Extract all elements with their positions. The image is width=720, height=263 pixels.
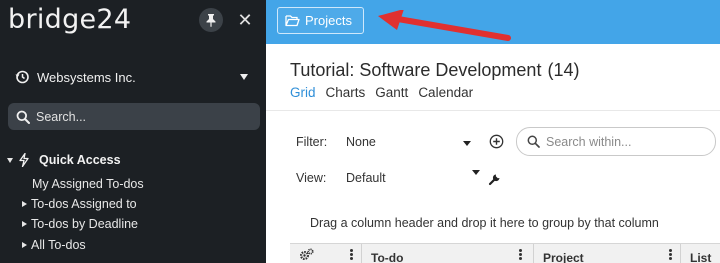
- sidebar-item-label: To-dos Assigned to: [31, 197, 137, 211]
- view-settings-button[interactable]: [488, 172, 502, 186]
- column-header-project[interactable]: Project: [534, 244, 681, 263]
- main-content: Tutorial: Software Development (14) Grid …: [266, 44, 720, 263]
- annotation-arrow: [378, 10, 511, 41]
- search-icon: [16, 110, 30, 124]
- workspace-selector[interactable]: Websystems Inc.: [14, 64, 254, 90]
- gears-icon: [299, 248, 314, 262]
- column-header-label: List: [690, 251, 712, 263]
- close-icon: ✕: [237, 10, 253, 30]
- column-menu-icon[interactable]: [669, 249, 672, 260]
- column-menu-icon[interactable]: [519, 249, 522, 260]
- sidebar-item-label: All To-dos: [31, 238, 86, 252]
- filter-label: Filter:: [296, 135, 328, 149]
- view-tabs: Grid Charts Gantt Calendar: [290, 85, 483, 100]
- sidebar-item-todos-assigned-to[interactable]: To-dos Assigned to: [22, 195, 137, 213]
- column-header-list[interactable]: List: [681, 244, 720, 263]
- workspace-history-icon: [14, 69, 30, 85]
- workspace-name: Websystems Inc.: [37, 69, 136, 85]
- tabs-divider: [266, 110, 720, 111]
- wrench-icon: [488, 174, 500, 186]
- search-icon: [527, 135, 540, 148]
- search-within-placeholder: Search within...: [546, 134, 632, 149]
- plus-circle-icon: [489, 134, 504, 149]
- pin-icon: [205, 13, 217, 27]
- sidebar-item-label: My Assigned To-dos: [32, 177, 144, 191]
- filter-value: None: [346, 135, 376, 149]
- column-header-label: Project: [543, 251, 584, 263]
- sidebar: bridge24 ✕ Websystems Inc. Search... Qui…: [0, 0, 266, 263]
- sidebar-item-all-todos[interactable]: All To-dos: [22, 236, 86, 254]
- tab-grid[interactable]: Grid: [290, 85, 316, 100]
- chevron-down-icon: [463, 141, 471, 146]
- projects-button[interactable]: Projects: [277, 7, 364, 34]
- collapse-arrow-icon: [7, 157, 13, 163]
- add-filter-button[interactable]: [489, 134, 504, 149]
- expand-arrow-icon: [22, 242, 27, 248]
- quick-access-section[interactable]: Quick Access: [7, 153, 121, 167]
- brand-logo: bridge24: [8, 4, 132, 35]
- project-count: (14): [547, 60, 580, 80]
- close-sidebar-button[interactable]: ✕: [236, 10, 254, 30]
- grid-header: To-do Project List: [290, 243, 720, 263]
- group-by-hint: Drag a column header and drop it here to…: [310, 216, 659, 230]
- column-header-todo[interactable]: To-do: [362, 244, 534, 263]
- pin-button[interactable]: [199, 8, 223, 32]
- lightning-icon: [18, 153, 30, 167]
- quick-access-label: Quick Access: [39, 153, 121, 167]
- sidebar-item-my-assigned-todos[interactable]: My Assigned To-dos: [32, 175, 144, 193]
- tab-charts[interactable]: Charts: [326, 85, 366, 100]
- column-menu-icon[interactable]: [350, 249, 353, 260]
- column-header-label: To-do: [371, 251, 404, 263]
- project-title: Tutorial: Software Development: [290, 60, 542, 80]
- projects-label: Projects: [305, 13, 352, 28]
- sidebar-item-todos-by-deadline[interactable]: To-dos by Deadline: [22, 215, 138, 233]
- grid-settings-cell[interactable]: [290, 244, 362, 263]
- chevron-down-icon: [472, 170, 480, 175]
- page-title: Tutorial: Software Development (14): [290, 60, 579, 81]
- view-label: View:: [296, 171, 327, 185]
- sidebar-search-placeholder: Search...: [36, 109, 87, 124]
- sidebar-item-label: To-dos by Deadline: [31, 217, 139, 231]
- view-value: Default: [346, 171, 386, 185]
- tab-gantt[interactable]: Gantt: [375, 85, 408, 100]
- expand-arrow-icon: [22, 201, 27, 207]
- search-within-input[interactable]: Search within...: [516, 127, 716, 156]
- expand-arrow-icon: [22, 221, 27, 227]
- folder-open-icon: [285, 14, 300, 27]
- chevron-down-icon: [240, 74, 248, 80]
- tab-calendar[interactable]: Calendar: [418, 85, 473, 100]
- sidebar-search-input[interactable]: Search...: [8, 103, 260, 130]
